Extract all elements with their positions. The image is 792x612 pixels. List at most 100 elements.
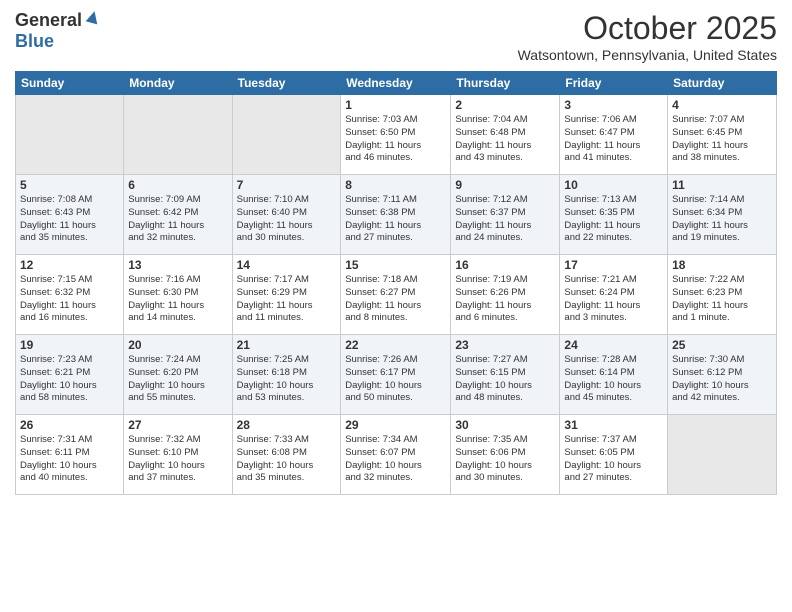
calendar-cell: 21 Sunrise: 7:25 AM Sunset: 6:18 PM Dayli… (232, 335, 341, 415)
day-number: 24 (564, 338, 663, 352)
calendar-cell (124, 95, 232, 175)
calendar-cell: 30 Sunrise: 7:35 AM Sunset: 6:06 PM Dayli… (451, 415, 560, 495)
day-info: Sunrise: 7:13 AM Sunset: 6:35 PM Dayligh… (564, 194, 663, 245)
day-number: 15 (345, 258, 446, 272)
day-info: Sunrise: 7:25 AM Sunset: 6:18 PM Dayligh… (237, 354, 337, 405)
day-number: 12 (20, 258, 119, 272)
calendar-cell: 3 Sunrise: 7:06 AM Sunset: 6:47 PM Daylig… (560, 95, 668, 175)
week-row-2: 5 Sunrise: 7:08 AM Sunset: 6:43 PM Daylig… (16, 175, 777, 255)
day-number: 13 (128, 258, 227, 272)
calendar-cell: 16 Sunrise: 7:19 AM Sunset: 6:26 PM Dayli… (451, 255, 560, 335)
calendar-cell: 13 Sunrise: 7:16 AM Sunset: 6:30 PM Dayli… (124, 255, 232, 335)
day-info: Sunrise: 7:31 AM Sunset: 6:11 PM Dayligh… (20, 434, 119, 485)
day-number: 5 (20, 178, 119, 192)
day-info: Sunrise: 7:04 AM Sunset: 6:48 PM Dayligh… (455, 114, 555, 165)
day-info: Sunrise: 7:35 AM Sunset: 6:06 PM Dayligh… (455, 434, 555, 485)
calendar-cell: 5 Sunrise: 7:08 AM Sunset: 6:43 PM Daylig… (16, 175, 124, 255)
week-row-3: 12Sunrise: 7:15 AM Sunset: 6:32 PM Dayli… (16, 255, 777, 335)
calendar-cell: 6 Sunrise: 7:09 AM Sunset: 6:42 PM Daylig… (124, 175, 232, 255)
logo-general-text: General (15, 10, 82, 31)
calendar-cell: 29Sunrise: 7:34 AM Sunset: 6:07 PM Dayli… (341, 415, 451, 495)
day-number: 2 (455, 98, 555, 112)
day-info: Sunrise: 7:06 AM Sunset: 6:47 PM Dayligh… (564, 114, 663, 165)
day-number: 20 (128, 338, 227, 352)
col-sunday: Sunday (16, 72, 124, 95)
day-number: 16 (455, 258, 555, 272)
calendar-cell: 12Sunrise: 7:15 AM Sunset: 6:32 PM Dayli… (16, 255, 124, 335)
location-text: Watsontown, Pennsylvania, United States (518, 47, 777, 63)
logo-blue-text: Blue (15, 31, 54, 51)
day-number: 1 (345, 98, 446, 112)
day-info: Sunrise: 7:21 AM Sunset: 6:24 PM Dayligh… (564, 274, 663, 325)
day-info: Sunrise: 7:37 AM Sunset: 6:05 PM Dayligh… (564, 434, 663, 485)
calendar-cell: 8Sunrise: 7:11 AM Sunset: 6:38 PM Daylig… (341, 175, 451, 255)
calendar-cell: 11 Sunrise: 7:14 AM Sunset: 6:34 PM Dayli… (668, 175, 777, 255)
day-info: Sunrise: 7:14 AM Sunset: 6:34 PM Dayligh… (672, 194, 772, 245)
logo-arrow-icon (85, 9, 101, 30)
day-number: 23 (455, 338, 555, 352)
day-info: Sunrise: 7:28 AM Sunset: 6:14 PM Dayligh… (564, 354, 663, 405)
day-number: 6 (128, 178, 227, 192)
calendar-cell: 9 Sunrise: 7:12 AM Sunset: 6:37 PM Daylig… (451, 175, 560, 255)
day-info: Sunrise: 7:08 AM Sunset: 6:43 PM Dayligh… (20, 194, 119, 245)
day-number: 10 (564, 178, 663, 192)
calendar-cell: 26 Sunrise: 7:31 AM Sunset: 6:11 PM Dayli… (16, 415, 124, 495)
day-number: 28 (237, 418, 337, 432)
col-wednesday: Wednesday (341, 72, 451, 95)
week-row-1: 1 Sunrise: 7:03 AM Sunset: 6:50 PM Daylig… (16, 95, 777, 175)
day-info: Sunrise: 7:22 AM Sunset: 6:23 PM Dayligh… (672, 274, 772, 325)
day-info: Sunrise: 7:19 AM Sunset: 6:26 PM Dayligh… (455, 274, 555, 325)
day-number: 3 (564, 98, 663, 112)
calendar-page: General Blue October 2025 Watsontown, Pe… (0, 0, 792, 612)
calendar-cell (668, 415, 777, 495)
calendar-cell: 31 Sunrise: 7:37 AM Sunset: 6:05 PM Dayli… (560, 415, 668, 495)
day-info: Sunrise: 7:17 AM Sunset: 6:29 PM Dayligh… (237, 274, 337, 325)
month-title: October 2025 (518, 10, 777, 47)
day-info: Sunrise: 7:24 AM Sunset: 6:20 PM Dayligh… (128, 354, 227, 405)
day-number: 4 (672, 98, 772, 112)
calendar-cell: 28 Sunrise: 7:33 AM Sunset: 6:08 PM Dayli… (232, 415, 341, 495)
day-number: 26 (20, 418, 119, 432)
col-tuesday: Tuesday (232, 72, 341, 95)
calendar-cell (232, 95, 341, 175)
day-info: Sunrise: 7:32 AM Sunset: 6:10 PM Dayligh… (128, 434, 227, 485)
day-number: 27 (128, 418, 227, 432)
calendar-cell: 19 Sunrise: 7:23 AM Sunset: 6:21 PM Dayli… (16, 335, 124, 415)
day-number: 19 (20, 338, 119, 352)
day-info: Sunrise: 7:03 AM Sunset: 6:50 PM Dayligh… (345, 114, 446, 165)
day-info: Sunrise: 7:27 AM Sunset: 6:15 PM Dayligh… (455, 354, 555, 405)
calendar-cell: 18 Sunrise: 7:22 AM Sunset: 6:23 PM Dayli… (668, 255, 777, 335)
day-info: Sunrise: 7:12 AM Sunset: 6:37 PM Dayligh… (455, 194, 555, 245)
day-number: 25 (672, 338, 772, 352)
day-info: Sunrise: 7:16 AM Sunset: 6:30 PM Dayligh… (128, 274, 227, 325)
day-number: 11 (672, 178, 772, 192)
calendar-cell: 15Sunrise: 7:18 AM Sunset: 6:27 PM Dayli… (341, 255, 451, 335)
calendar-cell: 23 Sunrise: 7:27 AM Sunset: 6:15 PM Dayli… (451, 335, 560, 415)
day-number: 31 (564, 418, 663, 432)
day-number: 18 (672, 258, 772, 272)
day-number: 9 (455, 178, 555, 192)
day-number: 17 (564, 258, 663, 272)
calendar-cell: 22Sunrise: 7:26 AM Sunset: 6:17 PM Dayli… (341, 335, 451, 415)
day-info: Sunrise: 7:09 AM Sunset: 6:42 PM Dayligh… (128, 194, 227, 245)
day-info: Sunrise: 7:10 AM Sunset: 6:40 PM Dayligh… (237, 194, 337, 245)
calendar-table: Sunday Monday Tuesday Wednesday Thursday… (15, 71, 777, 495)
calendar-header-row: Sunday Monday Tuesday Wednesday Thursday… (16, 72, 777, 95)
day-info: Sunrise: 7:23 AM Sunset: 6:21 PM Dayligh… (20, 354, 119, 405)
col-friday: Friday (560, 72, 668, 95)
col-thursday: Thursday (451, 72, 560, 95)
day-info: Sunrise: 7:33 AM Sunset: 6:08 PM Dayligh… (237, 434, 337, 485)
calendar-cell: 1 Sunrise: 7:03 AM Sunset: 6:50 PM Daylig… (341, 95, 451, 175)
week-row-5: 26 Sunrise: 7:31 AM Sunset: 6:11 PM Dayli… (16, 415, 777, 495)
calendar-cell: 10 Sunrise: 7:13 AM Sunset: 6:35 PM Dayli… (560, 175, 668, 255)
calendar-cell: 24 Sunrise: 7:28 AM Sunset: 6:14 PM Dayli… (560, 335, 668, 415)
day-number: 21 (237, 338, 337, 352)
day-number: 8 (345, 178, 446, 192)
calendar-cell: 4Sunrise: 7:07 AM Sunset: 6:45 PM Daylig… (668, 95, 777, 175)
day-info: Sunrise: 7:26 AM Sunset: 6:17 PM Dayligh… (345, 354, 446, 405)
day-number: 30 (455, 418, 555, 432)
col-saturday: Saturday (668, 72, 777, 95)
calendar-cell: 14Sunrise: 7:17 AM Sunset: 6:29 PM Dayli… (232, 255, 341, 335)
day-info: Sunrise: 7:30 AM Sunset: 6:12 PM Dayligh… (672, 354, 772, 405)
calendar-cell: 2 Sunrise: 7:04 AM Sunset: 6:48 PM Daylig… (451, 95, 560, 175)
